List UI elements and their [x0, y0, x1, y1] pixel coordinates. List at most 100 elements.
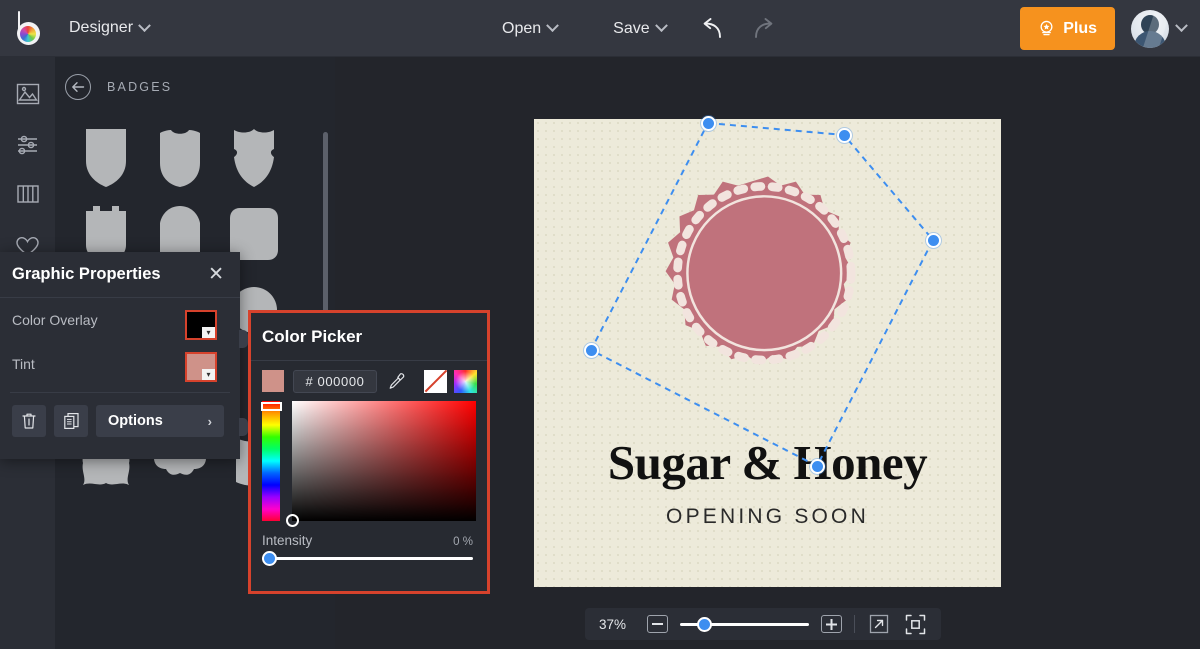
graphic-properties-header: Graphic Properties ✕ [0, 252, 240, 298]
save-menu[interactable]: Save [609, 14, 669, 44]
zoom-out-button[interactable] [647, 615, 668, 633]
color-wheel-icon[interactable] [454, 369, 477, 393]
hex-input[interactable]: # 000000 [293, 369, 377, 393]
chevron-down-icon [654, 19, 668, 33]
designer-menu[interactable]: Designer [65, 13, 153, 43]
rail-item-layouts[interactable] [0, 171, 55, 217]
design-canvas[interactable]: Sugar & Honey OPENING SOON [534, 119, 1001, 587]
trash-icon [22, 413, 36, 429]
app-logo[interactable] [0, 11, 57, 45]
tint-row: Tint ▾ [0, 342, 240, 386]
color-overlay-row: Color Overlay ▾ [0, 298, 240, 342]
sliders-icon [17, 135, 37, 155]
badges-panel-title: BADGES [107, 80, 173, 94]
headline-text[interactable]: Sugar & Honey [534, 434, 1001, 491]
subline-text[interactable]: OPENING SOON [534, 505, 1001, 529]
zoom-level-label: 37% [599, 616, 627, 632]
graphic-properties-actions: Options › [0, 393, 240, 437]
current-color-swatch[interactable] [262, 370, 284, 392]
intensity-value: 0 % [453, 536, 473, 548]
selection-handle[interactable] [701, 116, 716, 131]
expand-button[interactable] [867, 612, 891, 636]
color-picker-popup: Color Picker # 000000 Intensity 0 % [248, 310, 490, 594]
badge-shape-item[interactable] [143, 120, 217, 196]
selection-handle[interactable] [810, 459, 825, 474]
history-controls [698, 0, 778, 57]
fit-to-screen-icon [905, 614, 925, 634]
graphic-properties-panel: Graphic Properties ✕ Color Overlay ▾ Tin… [0, 252, 248, 459]
account-menu[interactable] [1131, 9, 1188, 48]
divider [854, 615, 855, 633]
tint-swatch[interactable]: ▾ [185, 352, 217, 382]
redo-arrow-icon [755, 17, 773, 38]
zoom-in-button[interactable] [821, 615, 842, 633]
badge-shape-item[interactable] [217, 120, 291, 196]
badge-shape-item[interactable] [69, 120, 143, 196]
plus-upgrade-button[interactable]: Plus [1020, 7, 1115, 50]
minus-icon [652, 623, 663, 625]
avatar [1131, 9, 1169, 48]
fit-to-screen-button[interactable] [903, 612, 927, 636]
save-menu-label: Save [613, 19, 650, 37]
badge-graphic[interactable] [644, 174, 892, 422]
scalloped-seal-icon [665, 176, 856, 365]
expand-arrow-icon [869, 614, 889, 634]
rail-item-image[interactable] [0, 71, 55, 117]
back-arrow-icon [72, 82, 85, 92]
intensity-control: Intensity 0 % [251, 521, 487, 566]
selection-handle[interactable] [584, 343, 599, 358]
panel-drag-tab[interactable] [239, 418, 248, 436]
intensity-label: Intensity [262, 533, 313, 548]
selection-handle[interactable] [837, 128, 852, 143]
top-toolbar: Designer Open Save Plus [0, 0, 1200, 57]
open-menu[interactable]: Open [498, 14, 561, 44]
columns-icon [16, 185, 39, 203]
duplicate-icon [63, 413, 79, 430]
plus-badge-icon [1040, 20, 1053, 36]
undo-button[interactable] [698, 16, 728, 42]
options-button-label: Options [108, 413, 163, 429]
zoom-toolbar: 37% [585, 608, 941, 640]
options-button[interactable]: Options › [96, 405, 224, 437]
tint-label: Tint [12, 356, 35, 372]
chevron-down-icon [138, 18, 151, 32]
rail-item-edit[interactable] [0, 121, 55, 167]
close-icon[interactable]: ✕ [208, 265, 224, 284]
delete-button[interactable] [12, 405, 46, 437]
chevron-right-icon: › [207, 413, 212, 429]
chevron-down-icon [546, 19, 560, 33]
intensity-slider[interactable] [262, 551, 473, 566]
color-overlay-label: Color Overlay [12, 312, 98, 328]
zoom-slider[interactable] [680, 616, 809, 632]
duplicate-button[interactable] [54, 405, 88, 437]
panel-drag-tab[interactable] [239, 330, 248, 348]
eyedropper-button[interactable] [386, 370, 406, 392]
color-overlay-swatch[interactable]: ▾ [185, 310, 217, 340]
account-area: Plus [1020, 0, 1188, 57]
back-button[interactable] [65, 74, 91, 100]
hue-cursor[interactable] [261, 402, 282, 411]
plus-icon [826, 618, 837, 630]
eyedropper-icon [389, 373, 404, 389]
plus-button-label: Plus [1063, 19, 1097, 37]
saturation-value-area[interactable] [286, 401, 476, 527]
zoom-slider-knob[interactable] [696, 616, 712, 632]
designer-menu-label: Designer [69, 19, 134, 36]
selection-handle[interactable] [926, 233, 941, 248]
befunky-logo-icon [13, 11, 45, 45]
chevron-down-icon: ▾ [202, 327, 215, 338]
color-picker-header: Color Picker [251, 313, 487, 361]
badges-panel-header: BADGES [55, 57, 335, 117]
color-picker-title: Color Picker [262, 326, 363, 346]
transparent-swatch-icon[interactable] [424, 369, 447, 393]
file-menus: Open Save [498, 0, 670, 57]
color-picker-body [251, 401, 487, 527]
open-menu-label: Open [502, 19, 542, 37]
color-picker-toolbar: # 000000 [251, 361, 487, 401]
redo-button[interactable] [748, 16, 778, 42]
hue-slider[interactable] [261, 401, 282, 521]
undo-arrow-icon [703, 17, 721, 38]
intensity-slider-knob[interactable] [262, 551, 277, 566]
graphic-properties-title: Graphic Properties [12, 265, 161, 283]
chevron-down-icon: ▾ [202, 369, 215, 380]
